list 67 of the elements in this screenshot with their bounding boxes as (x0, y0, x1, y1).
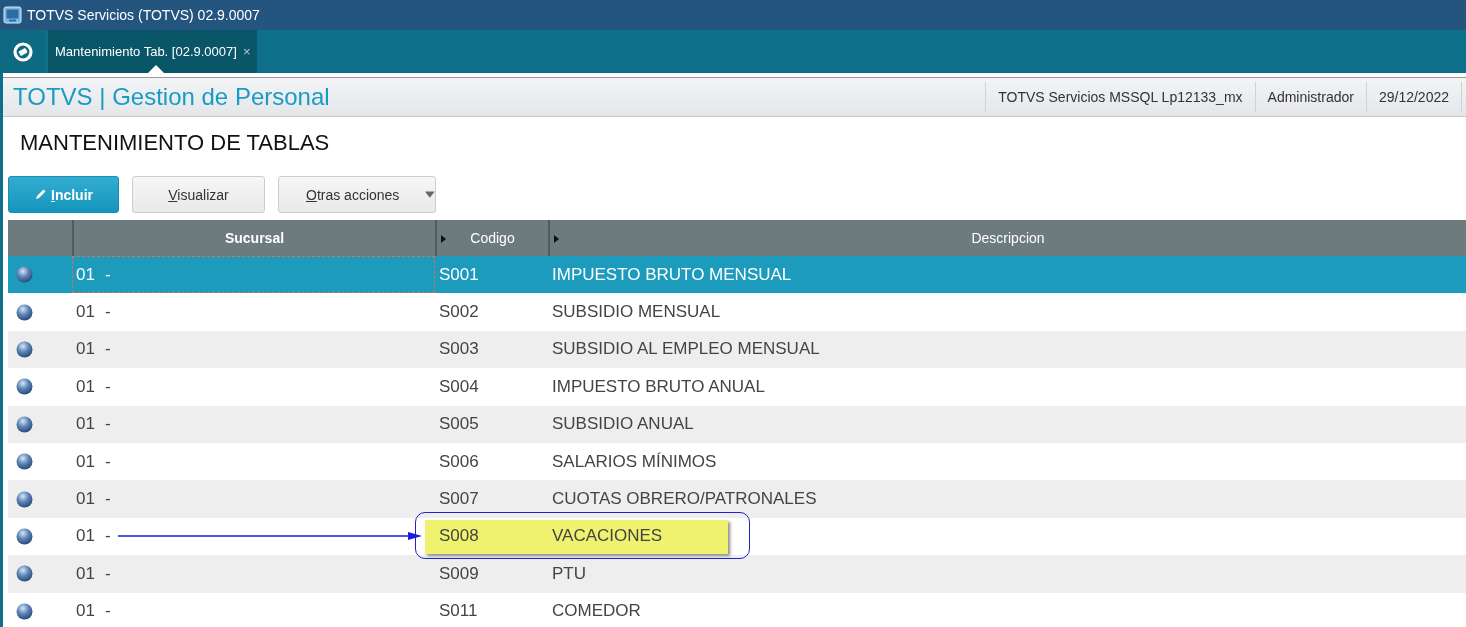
triangle-icon (554, 235, 559, 243)
table-cell-text: S009 (438, 562, 480, 585)
table-cell-text: S004 (438, 375, 480, 398)
table-cell-text: SUBSIDIO AL EMPLEO MENSUAL (551, 338, 821, 361)
environment-label: TOTVS Servicios MSSQL Lp12133_mx (985, 82, 1255, 112)
table-cell-text: IMPUESTO BRUTO ANUAL (551, 375, 766, 398)
table-cell: 01 (76, 489, 95, 510)
table-cell: 01 (76, 339, 95, 360)
table-cell-text: SALARIOS MÍNIMOS (551, 450, 718, 473)
table-cell: - (104, 339, 111, 360)
status-ball-icon (16, 303, 33, 321)
table-cell: 01 (76, 264, 95, 285)
status-ball-icon (16, 565, 33, 583)
status-ball-icon (16, 415, 33, 433)
app-title: TOTVS | Gestion de Personal (12, 83, 331, 111)
status-ball-icon (16, 453, 33, 471)
table-cell-text: S002 (438, 301, 480, 324)
table-cell: 01 (76, 563, 95, 584)
table-cell: - (104, 601, 111, 622)
pencil-icon (34, 188, 47, 201)
table-cell-text: IMPUESTO BRUTO MENSUAL (551, 263, 793, 286)
table-cell: - (104, 264, 111, 285)
table-cell-text: S006 (438, 450, 480, 473)
table-cell-text: S007 (438, 488, 480, 511)
table-cell: - (104, 563, 111, 584)
status-ball-icon (16, 527, 33, 545)
table-cell: 01 (76, 451, 95, 472)
table-cell-text: S001 (438, 263, 480, 286)
table-cell: 01 (76, 526, 95, 547)
table-cell: - (104, 489, 111, 510)
logo-icon[interactable] (12, 41, 33, 62)
tab[interactable]: Mantenimiento Tab. [02.9.0007] × (48, 30, 258, 73)
table-cell-text: S003 (438, 338, 480, 361)
caret-icon (425, 190, 435, 199)
table-cell-text: S005 (438, 413, 480, 436)
table-cell-text: SUBSIDIO MENSUAL (551, 301, 722, 324)
window-title: TOTVS Servicios (TOTVS) 02.9.0007 (27, 7, 260, 23)
table-cell: - (104, 451, 111, 472)
page-title: MANTENIMIENTO DE TABLAS (20, 130, 330, 156)
user-label: Administrador (1254, 82, 1366, 112)
view-button[interactable]: Visualizar (132, 176, 265, 213)
table-cell: 01 (76, 302, 95, 323)
table-cell-text: CUOTAS OBRERO/PATRONALES (551, 488, 818, 511)
table-cell-text: VACACIONES (551, 525, 664, 548)
table-cell-text: S008 (438, 525, 480, 548)
table-cell: 01 (76, 376, 95, 397)
table-cell: - (104, 302, 111, 323)
date-label: 29/12/2022 (1365, 82, 1461, 112)
include-button[interactable]: Incluir (8, 176, 119, 213)
status-ball-icon (16, 602, 33, 620)
status-ball-icon (16, 266, 33, 284)
table-cell-text: SUBSIDIO ANUAL (551, 413, 695, 436)
more-actions-button[interactable]: Otras acciones (278, 176, 436, 213)
status-ball-icon (16, 490, 33, 508)
table-cell-text: S011 (438, 600, 479, 623)
status-ball-icon (16, 378, 33, 396)
status-ball-icon (16, 340, 33, 358)
close-icon[interactable]: × (242, 44, 251, 59)
table-cell-text: COMEDOR (551, 600, 642, 623)
app-window-icon (3, 6, 22, 24)
table-cell: 01 (76, 414, 95, 435)
table-cell: - (104, 376, 111, 397)
table-cell: - (104, 526, 111, 547)
table-cell: - (104, 414, 111, 435)
triangle-icon (441, 235, 446, 243)
table-cell-text: PTU (551, 562, 587, 585)
table-cell: 01 (76, 601, 95, 622)
